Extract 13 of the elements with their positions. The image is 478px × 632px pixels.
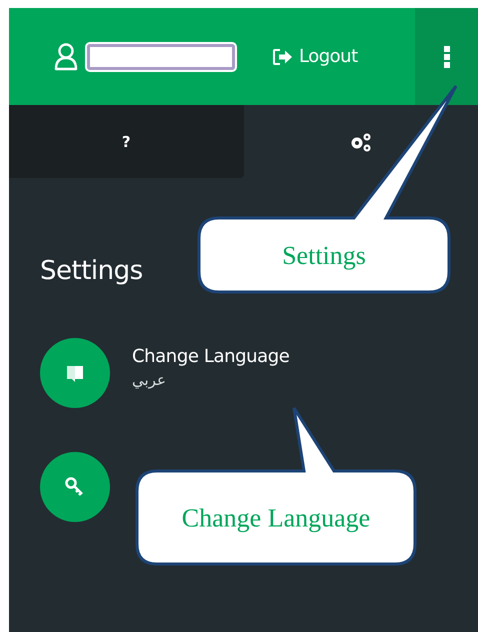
callout-text: Change Language [182, 504, 370, 532]
user-icon [53, 42, 79, 70]
settings-heading: Settings [40, 256, 143, 286]
translate-icon [66, 364, 84, 382]
item-subtitle: عربي [132, 371, 167, 389]
gears-icon [348, 132, 373, 152]
key-icon [65, 477, 85, 497]
tab[interactable]: ? [9, 105, 244, 178]
item-title[interactable]: Change Language [132, 346, 290, 367]
logout-icon [273, 48, 293, 64]
callout-text: Settings [282, 241, 366, 270]
username-field[interactable] [87, 44, 235, 70]
menu-icon [444, 46, 450, 68]
